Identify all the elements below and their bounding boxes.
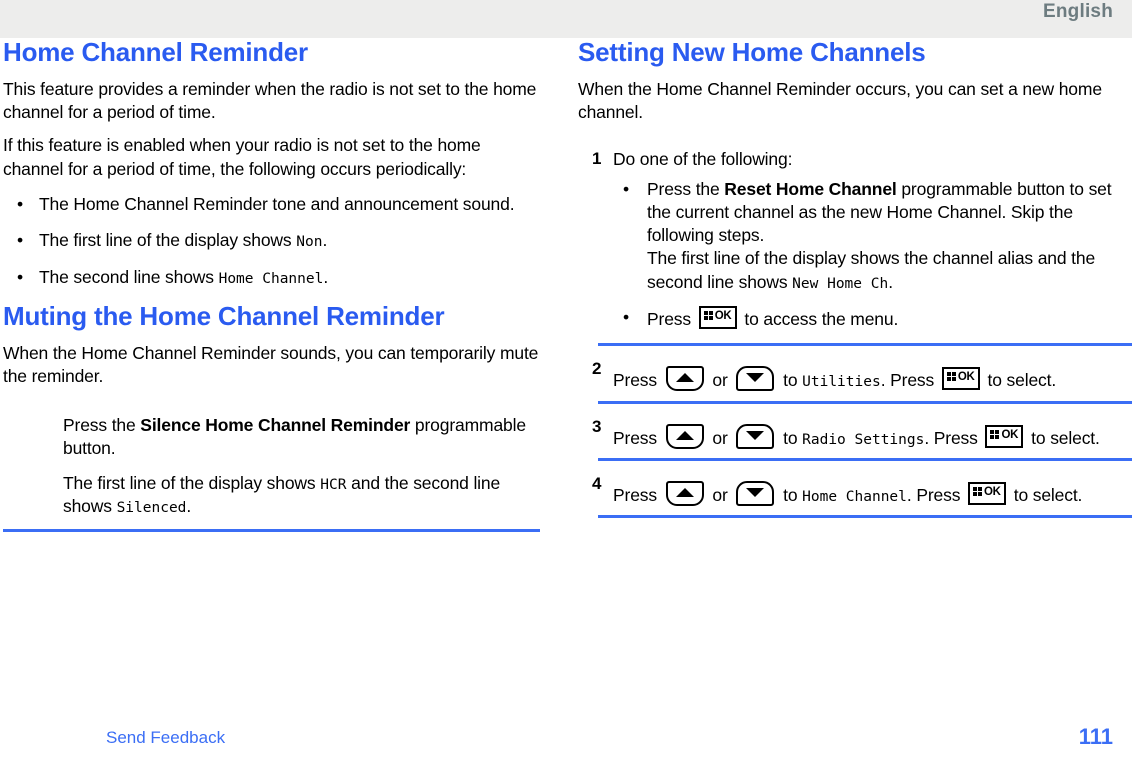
- section-title-home-channel-reminder: Home Channel Reminder: [3, 37, 308, 67]
- bullet-icon: •: [623, 307, 629, 328]
- down-arrow-key-icon[interactable]: [736, 480, 775, 506]
- ok-key-label: OK: [714, 310, 732, 323]
- menu-item-utilities: Utilities: [802, 374, 881, 391]
- list-item-label: The Home Channel Reminder tone and annou…: [39, 193, 515, 214]
- list-item-suffix: .: [323, 266, 329, 287]
- section-divider: [3, 529, 540, 533]
- display-text-new-home-ch: New Home Ch: [792, 275, 889, 292]
- ok-menu-key-icon[interactable]: OK: [941, 367, 980, 391]
- triangle-down-icon: [746, 430, 765, 440]
- step-1: 1 Do one of the following: • Press the Re…: [578, 148, 1132, 347]
- hcr-bullet-list: • The Home Channel Reminder tone and ann…: [3, 193, 540, 289]
- step-divider: [598, 400, 1132, 404]
- step-number: 3: [592, 416, 602, 436]
- list-item: • The Home Channel Reminder tone and ann…: [3, 193, 540, 216]
- menu-grid-icon: [973, 486, 983, 496]
- triangle-down-icon: [746, 373, 765, 383]
- bullet-icon: •: [17, 230, 23, 251]
- page-content: Home Channel Reminder This feature provi…: [0, 37, 1132, 718]
- substep-reset-home-channel: • Press the Reset Home Channel programmab…: [613, 178, 1115, 294]
- page-footer: Send Feedback 111: [0, 718, 1132, 762]
- list-item-label: The first line of the display shows: [39, 230, 297, 251]
- triangle-down-icon: [746, 487, 765, 497]
- triangle-up-icon: [675, 430, 694, 440]
- list-item: • The first line of the display shows No…: [3, 229, 540, 252]
- muting-steps: Press the Silence Home Channel Reminder …: [3, 414, 540, 518]
- substep-display-result: The first line of the display shows the …: [647, 248, 1096, 292]
- procedure-steps: 1 Do one of the following: • Press the Re…: [578, 148, 1132, 519]
- up-arrow-key-icon[interactable]: [665, 366, 704, 392]
- step-text: Press or to Home Channel. Press OK to se…: [613, 473, 1115, 507]
- menu-grid-icon: [703, 311, 713, 321]
- display-text-home-channel: Home Channel: [218, 270, 324, 287]
- muting-step-press: Press the Silence Home Channel Reminder …: [63, 415, 526, 459]
- menu-item-radio-settings: Radio Settings: [802, 431, 925, 448]
- step-divider: [598, 343, 1132, 347]
- section-title-setting-new-home-channels: Setting New Home Channels: [578, 37, 926, 67]
- send-feedback-link[interactable]: Send Feedback: [106, 728, 225, 748]
- menu-grid-icon: [946, 372, 956, 382]
- step-divider: [598, 457, 1132, 461]
- triangle-up-icon: [675, 373, 694, 383]
- ok-key-label: OK: [1001, 428, 1019, 441]
- reset-home-channel-button-name: Reset Home Channel: [724, 178, 897, 199]
- ok-menu-key-icon[interactable]: OK: [968, 481, 1007, 505]
- list-item-label: The second line shows: [39, 266, 219, 287]
- display-text-silenced: Silenced: [116, 500, 187, 517]
- step-3: 3 Press or to Radio Settings. Press OK t…: [578, 416, 1132, 461]
- list-item-suffix: .: [322, 230, 328, 251]
- paragraph-muting-intro: When the Home Channel Reminder sounds, y…: [3, 342, 539, 386]
- left-column: Home Channel Reminder This feature provi…: [3, 37, 540, 533]
- step-2: 2 Press or to Utilities. Press OK to sel…: [578, 358, 1132, 404]
- step-number: 4: [592, 473, 602, 493]
- bullet-icon: •: [623, 178, 629, 199]
- substep-press-menu-key: • Press OK to access the menu.: [623, 306, 899, 330]
- section-title-muting-hcr: Muting the Home Channel Reminder: [3, 300, 445, 331]
- step-1-substeps: • Press the Reset Home Channel programmab…: [613, 178, 1115, 332]
- muting-step-result: The first line of the display shows HCR …: [63, 472, 501, 517]
- step-number: 2: [592, 359, 602, 379]
- display-text-non: Non: [296, 234, 323, 251]
- ok-key-label: OK: [957, 371, 975, 384]
- paragraph-hcr-intro: This feature provides a reminder when th…: [3, 78, 537, 123]
- menu-item-home-channel: Home Channel: [802, 488, 907, 505]
- ok-key-label: OK: [984, 485, 1001, 498]
- menu-grid-icon: [990, 429, 1000, 439]
- silence-hcr-button-name: Silence Home Channel Reminder: [140, 415, 411, 436]
- bullet-icon: •: [17, 193, 23, 214]
- ok-menu-key-icon[interactable]: OK: [698, 306, 737, 330]
- paragraph-snhc-intro: When the Home Channel Reminder occurs, y…: [578, 78, 1102, 123]
- bullet-icon: •: [17, 266, 23, 287]
- triangle-up-icon: [675, 487, 694, 497]
- step-4: 4 Press or to Home Channel. Press OK to …: [578, 473, 1132, 519]
- down-arrow-key-icon[interactable]: [736, 423, 775, 449]
- paragraph-hcr-enabled: If this feature is enabled when your rad…: [3, 135, 481, 179]
- step-number: 1: [592, 149, 602, 169]
- step-text: Press or to Radio Settings. Press OK to …: [613, 416, 1115, 450]
- list-item: • The second line shows Home Channel.: [3, 266, 540, 289]
- display-text-hcr: HCR: [320, 476, 347, 493]
- page-number: 111: [1078, 724, 1113, 749]
- ok-menu-key-icon[interactable]: OK: [985, 424, 1024, 448]
- up-arrow-key-icon[interactable]: [665, 423, 704, 449]
- up-arrow-key-icon[interactable]: [665, 480, 704, 506]
- down-arrow-key-icon[interactable]: [736, 366, 775, 392]
- step-divider: [598, 515, 1132, 519]
- page-header: English: [0, 0, 1132, 38]
- right-column: Setting New Home Channels When the Home …: [578, 37, 1132, 519]
- language-label: English: [1042, 1, 1113, 22]
- step-text: Press or to Utilities. Press OK to selec…: [613, 358, 1115, 392]
- step-text: Do one of the following:: [613, 149, 793, 170]
